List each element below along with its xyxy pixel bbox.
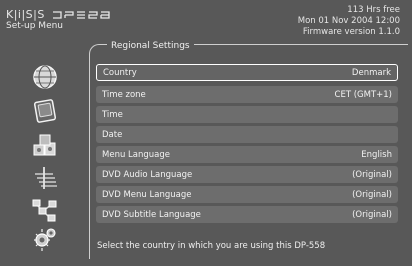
country-row[interactable]: Country Denmark [96,64,398,81]
date-row[interactable]: Date [96,126,398,143]
dvd-audio-language-row[interactable]: DVD Audio Language (Original) [96,166,398,183]
setup-screen: K|i|S|S Set-up Menu 113 Hrs free Mon 01 … [0,0,412,266]
date-label: Date [102,129,123,140]
dvd-menu-language-value: (Original) [352,189,392,200]
dvd-subtitle-language-label: DVD Subtitle Language [102,209,201,220]
dvd-audio-language-value: (Original) [352,169,392,180]
network-icon[interactable] [31,196,59,224]
firmware-text: Firmware version 1.1.0 [302,27,400,37]
dvd-menu-language-row[interactable]: DVD Menu Language (Original) [96,186,398,203]
time-label: Time [102,109,123,120]
status-panel: 113 Hrs free Mon 01 Nov 2004 12:00 Firmw… [298,5,400,38]
time-zone-label: Time zone [102,89,146,100]
dvd-subtitle-language-row[interactable]: DVD Subtitle Language (Original) [96,206,398,223]
brand-logo-text: K|i|S|S [6,8,45,21]
time-row[interactable]: Time [96,106,398,123]
model-logo-graphic [51,10,119,20]
dvd-menu-language-label: DVD Menu Language [102,189,192,200]
dvd-subtitle-language-value: (Original) [352,209,392,220]
screen-title: Set-up Menu [6,21,64,31]
brand-logo: K|i|S|S [6,8,119,21]
menu-language-value: English [361,149,392,160]
country-label: Country [103,67,137,78]
globe-icon[interactable] [31,63,59,91]
free-space-text: 113 Hrs free [347,5,400,15]
time-zone-row[interactable]: Time zone CET (GMT+1) [96,86,398,103]
menu-language-row[interactable]: Menu Language English [96,146,398,163]
tv-screen-icon[interactable] [31,98,59,126]
media-blocks-icon[interactable] [31,131,59,159]
datetime-text: Mon 01 Nov 2004 12:00 [297,16,400,26]
help-text: Select the country in which you are usin… [97,241,326,251]
menu-language-label: Menu Language [102,149,170,160]
country-value: Denmark [351,67,391,78]
time-zone-value: CET (GMT+1) [334,89,392,100]
panel-title: Regional Settings [107,41,194,51]
gears-icon[interactable] [31,225,59,253]
dvd-audio-language-label: DVD Audio Language [102,169,193,180]
antenna-icon[interactable] [31,164,59,192]
